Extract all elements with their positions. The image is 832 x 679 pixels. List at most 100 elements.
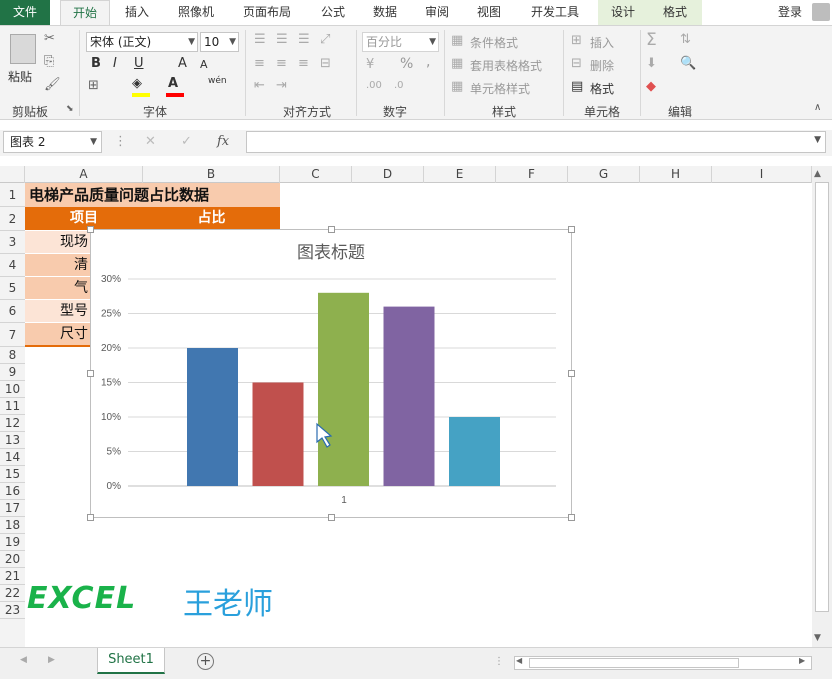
row-header-13[interactable]: 13 xyxy=(0,432,25,449)
chart-object[interactable]: 图表标题 0% 5% 10% 15% 20% 25% 30% 1 xyxy=(87,226,575,521)
row-header-23[interactable]: 23 xyxy=(0,602,25,619)
tab-split-handle[interactable]: ⋮ xyxy=(494,656,504,667)
currency-icon[interactable]: ¥ xyxy=(366,57,374,72)
row-header-4[interactable]: 4 xyxy=(0,254,25,277)
tab-page-layout[interactable]: 页面布局 xyxy=(234,0,300,25)
column-header-c[interactable]: C xyxy=(280,166,352,183)
cell-b2-header[interactable]: 占比 xyxy=(143,207,280,230)
cell-a1-title[interactable]: 电梯产品质量问题占比数据 xyxy=(25,183,280,207)
decrease-decimal-icon[interactable]: .0 xyxy=(394,80,404,91)
row-header-7[interactable]: 7 xyxy=(0,323,25,347)
row-header-2[interactable]: 2 xyxy=(0,207,25,231)
bar-series-1[interactable] xyxy=(187,348,238,486)
tab-file[interactable]: 文件 xyxy=(0,0,50,25)
row-header-20[interactable]: 20 xyxy=(0,551,25,568)
increase-decimal-icon[interactable]: .00 xyxy=(366,80,382,91)
dialog-launcher-icon[interactable]: ⬊ xyxy=(66,104,74,114)
merge-icon[interactable]: ⊟ xyxy=(320,56,331,71)
insert-function-button[interactable]: fx xyxy=(217,134,229,149)
tab-developer[interactable]: 开发工具 xyxy=(520,0,590,25)
chart-title[interactable]: 图表标题 xyxy=(297,243,365,262)
tab-review[interactable]: 审阅 xyxy=(414,0,460,25)
format-cells-icon[interactable]: ▤ xyxy=(571,79,583,94)
fill-icon[interactable]: ⬇ xyxy=(646,56,657,71)
font-name-dropdown[interactable]: 宋体 (正文) ▼ xyxy=(86,32,198,52)
delete-cells-icon[interactable]: ⊟ xyxy=(571,56,582,71)
formula-input[interactable]: ▼ xyxy=(246,131,826,153)
comma-button[interactable]: , xyxy=(426,54,430,70)
sheet-tab-sheet1[interactable]: Sheet1 xyxy=(97,648,165,674)
tab-insert[interactable]: 插入 xyxy=(114,0,160,25)
next-sheet-icon[interactable]: ▶ xyxy=(48,655,55,665)
row-header-10[interactable]: 10 xyxy=(0,381,25,398)
row-header-16[interactable]: 16 xyxy=(0,483,25,500)
scroll-up-icon[interactable]: ▲ xyxy=(814,169,821,179)
horizontal-scroll-thumb[interactable] xyxy=(529,658,739,668)
scroll-right-icon[interactable]: ▶ xyxy=(799,656,805,665)
autosum-icon[interactable]: Σ xyxy=(646,30,657,50)
row-header-12[interactable]: 12 xyxy=(0,415,25,432)
user-avatar-icon[interactable] xyxy=(812,3,830,21)
row-header-18[interactable]: 18 xyxy=(0,517,25,534)
tab-photo[interactable]: 照像机 xyxy=(168,0,224,25)
cell-a5[interactable]: 气 xyxy=(25,277,90,299)
cell-style-button[interactable]: 单元格样式 xyxy=(470,80,530,97)
format-cells-button[interactable]: 格式 xyxy=(590,80,614,97)
cell-style-icon[interactable]: ▦ xyxy=(451,79,463,94)
align-middle-icon[interactable]: ☰ xyxy=(276,32,288,47)
tab-view[interactable]: 视图 xyxy=(466,0,512,25)
enter-entry-button[interactable]: ✓ xyxy=(181,134,192,149)
table-format-button[interactable]: 套用表格格式 xyxy=(470,57,542,74)
row-header-19[interactable]: 19 xyxy=(0,534,25,551)
add-sheet-button[interactable]: + xyxy=(197,653,214,670)
vertical-scroll-thumb[interactable] xyxy=(815,182,829,612)
bar-series-2[interactable] xyxy=(252,382,304,487)
column-header-g[interactable]: G xyxy=(568,166,640,183)
font-size-dropdown[interactable]: 10 ▼ xyxy=(200,32,239,52)
scroll-down-icon[interactable]: ▼ xyxy=(814,633,821,643)
copy-icon[interactable]: ⎘ xyxy=(44,54,54,69)
format-painter-icon[interactable]: 🖌 xyxy=(44,77,61,92)
row-header-22[interactable]: 22 xyxy=(0,585,25,602)
fill-color-icon[interactable]: ◈ xyxy=(132,76,142,91)
row-header-14[interactable]: 14 xyxy=(0,449,25,466)
tab-home[interactable]: 开始 xyxy=(60,0,110,25)
resize-handle[interactable] xyxy=(87,514,94,521)
indent-increase-icon[interactable]: ⇥ xyxy=(276,78,287,93)
column-header-h[interactable]: H xyxy=(640,166,712,183)
row-header-6[interactable]: 6 xyxy=(0,300,25,323)
conditional-format-button[interactable]: 条件格式 xyxy=(470,34,518,51)
delete-cells-button[interactable]: 删除 xyxy=(590,57,614,74)
insert-cells-button[interactable]: 插入 xyxy=(590,34,614,51)
row-header-9[interactable]: 9 xyxy=(0,364,25,381)
font-color-icon[interactable]: A xyxy=(168,76,178,91)
bold-button[interactable]: B xyxy=(91,56,101,71)
conditional-format-icon[interactable]: ▦ xyxy=(451,33,463,48)
paste-icon[interactable] xyxy=(10,34,36,64)
prev-sheet-icon[interactable]: ◀ xyxy=(20,655,27,665)
cell-a3[interactable]: 现场 xyxy=(25,231,90,253)
row-header-8[interactable]: 8 xyxy=(0,347,25,364)
phonetic-button[interactable]: wén xyxy=(208,76,227,86)
percent-button[interactable]: % xyxy=(400,56,413,72)
resize-handle[interactable] xyxy=(87,370,94,377)
insert-cells-icon[interactable]: ⊞ xyxy=(571,33,582,48)
vertical-scrollbar[interactable]: ▲ ▼ xyxy=(812,166,832,647)
underline-button[interactable]: U xyxy=(134,56,144,71)
cut-icon[interactable]: ✂ xyxy=(44,31,55,46)
column-header-d[interactable]: D xyxy=(352,166,424,183)
row-header-1[interactable]: 1 xyxy=(0,183,25,207)
align-center-icon[interactable]: ≡ xyxy=(276,56,287,71)
row-header-21[interactable]: 21 xyxy=(0,568,25,585)
bar-series-3[interactable] xyxy=(318,292,369,486)
paste-button[interactable]: 粘贴 xyxy=(8,68,32,85)
row-header-5[interactable]: 5 xyxy=(0,277,25,300)
scroll-left-icon[interactable]: ◀ xyxy=(516,656,522,665)
align-left-icon[interactable]: ≡ xyxy=(254,56,265,71)
resize-handle[interactable] xyxy=(568,370,575,377)
tab-formula[interactable]: 公式 xyxy=(310,0,356,25)
align-top-icon[interactable]: ☰ xyxy=(254,32,266,47)
align-bottom-icon[interactable]: ☰ xyxy=(298,32,310,47)
column-header-i[interactable]: I xyxy=(712,166,812,183)
clear-icon[interactable]: ◆ xyxy=(646,79,656,94)
